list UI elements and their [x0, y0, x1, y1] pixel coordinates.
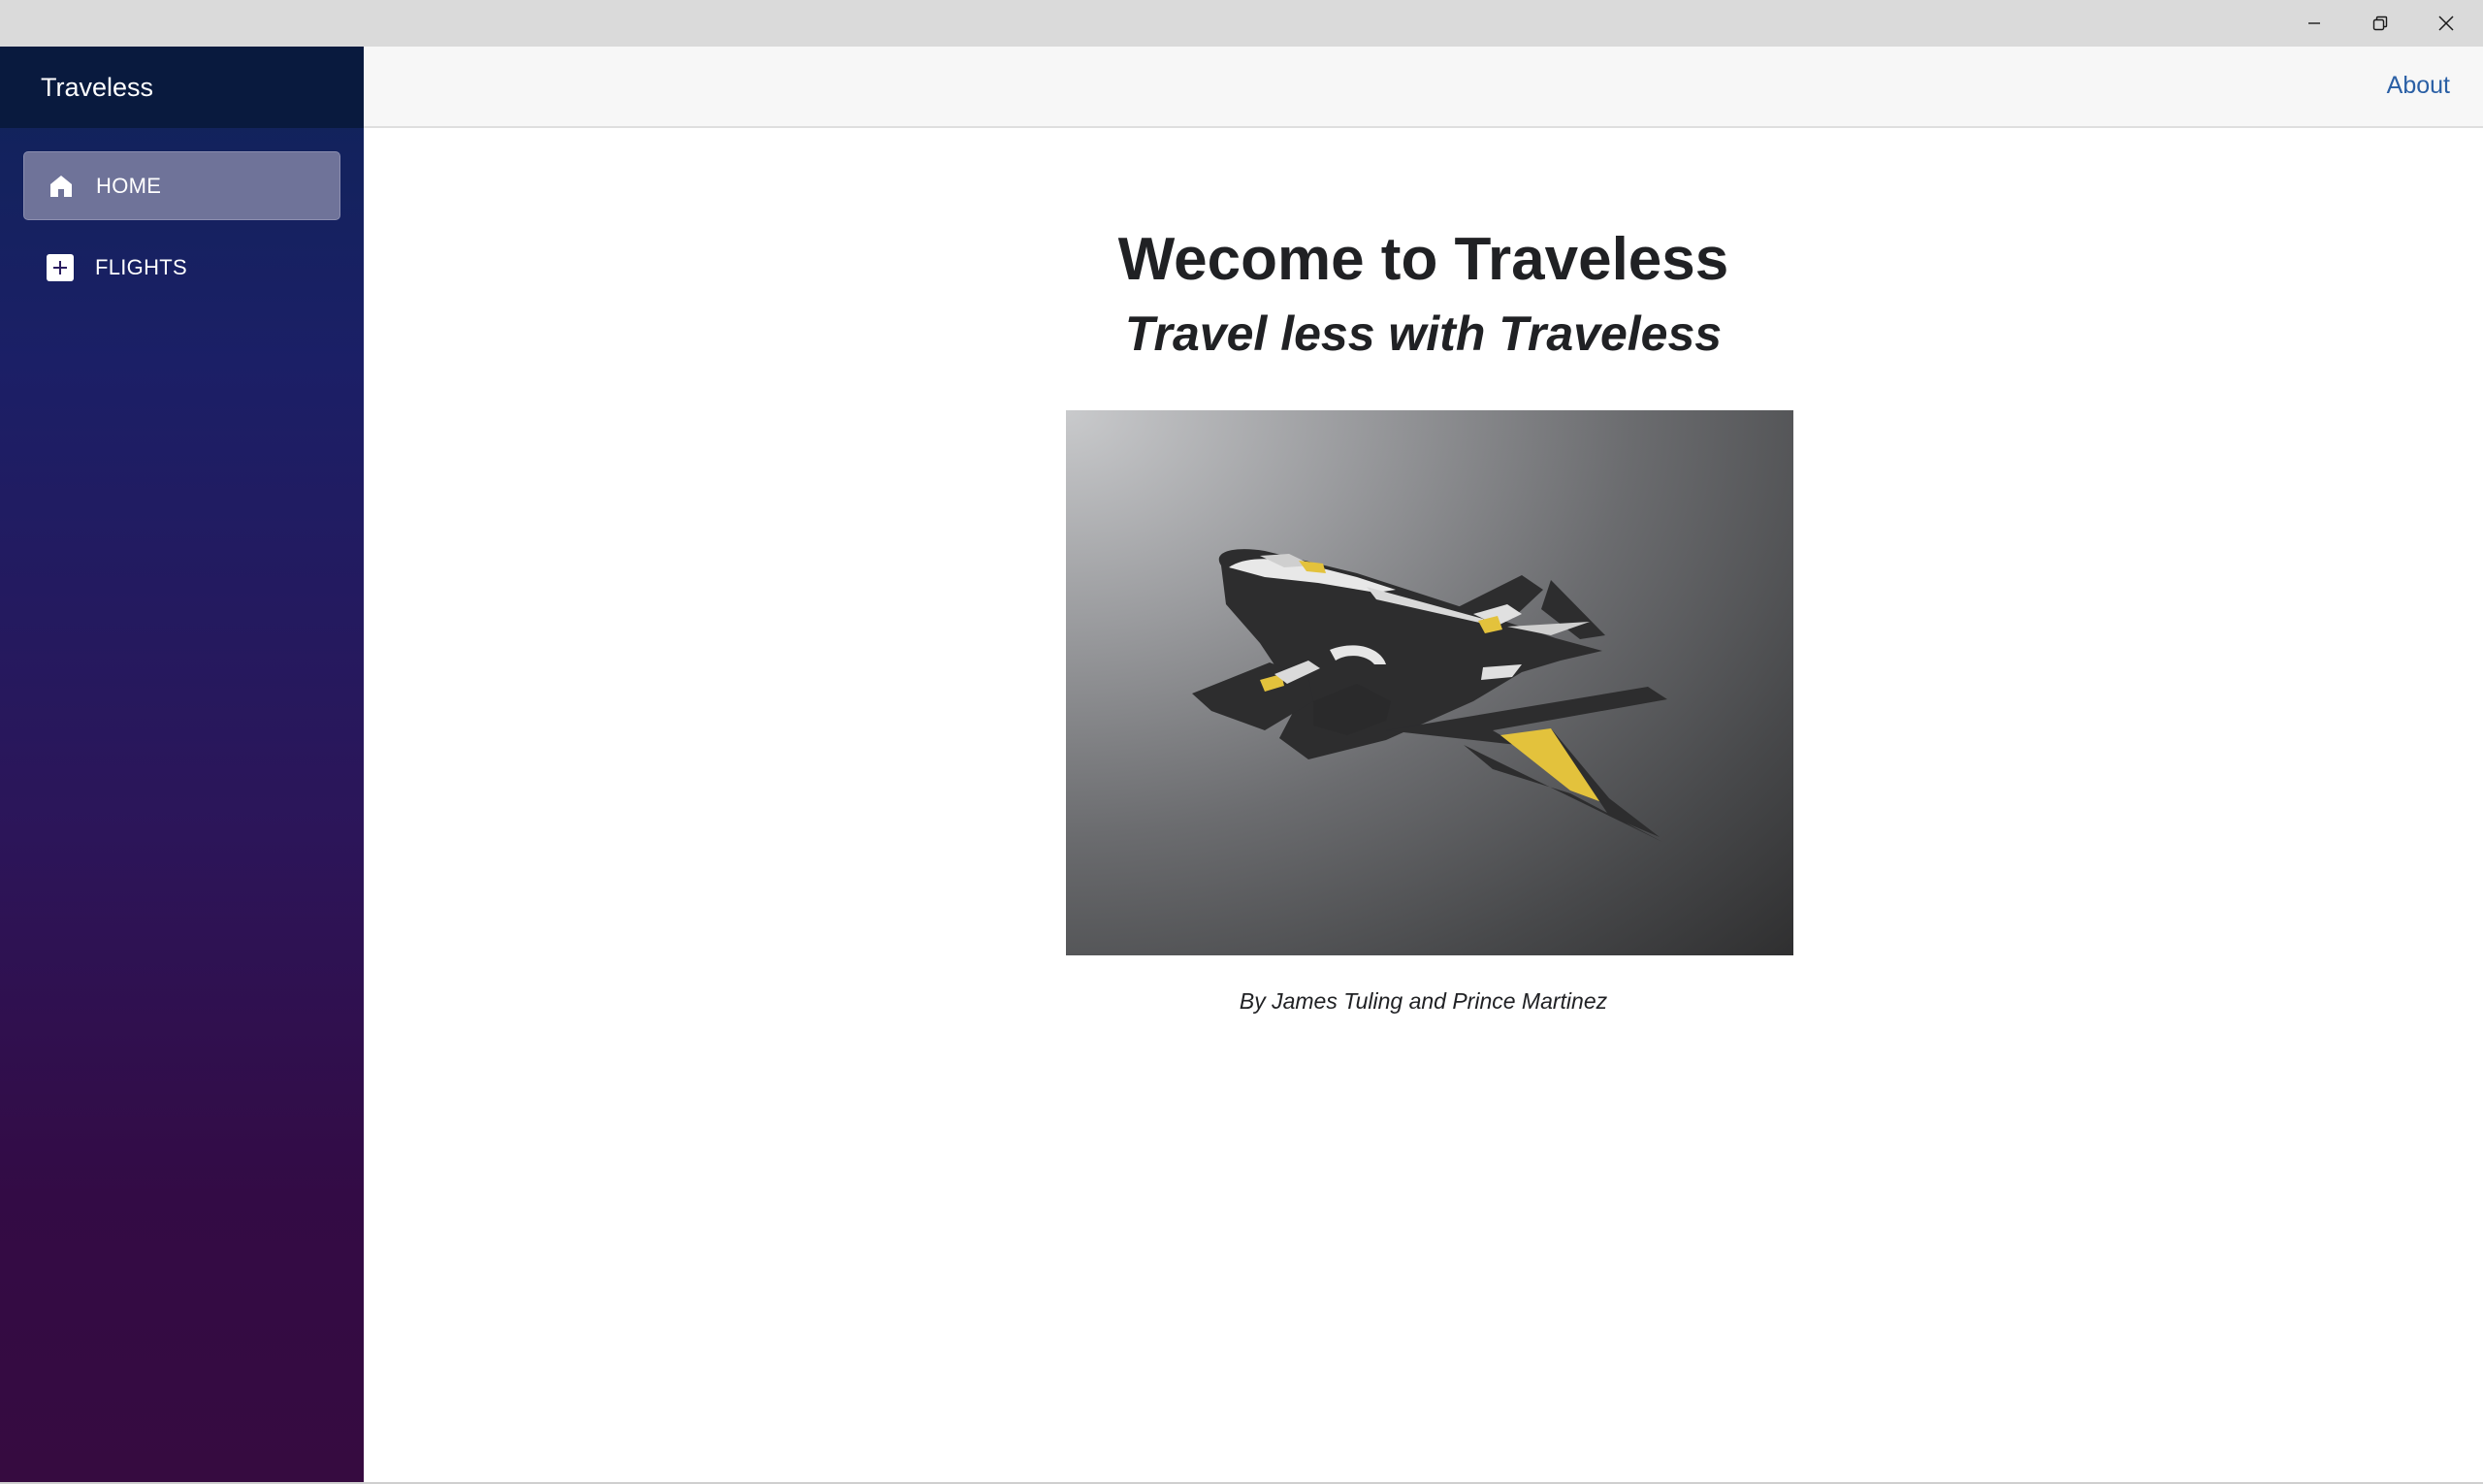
- app-window: Traveless HOME FLIGHTS About Wecome to T…: [0, 0, 2483, 1484]
- main-content: Wecome to Traveless Travel less with Tra…: [364, 128, 2483, 1483]
- sidebar-item-label: FLIGHTS: [95, 254, 187, 279]
- about-link[interactable]: About: [2387, 72, 2450, 100]
- minimize-button[interactable]: [2281, 0, 2347, 47]
- sidebar-item-label: HOME: [96, 173, 162, 198]
- jet-airplane-icon: [1192, 549, 1667, 842]
- restore-icon: [2372, 16, 2388, 31]
- app-brand: Traveless: [41, 73, 154, 102]
- sidebar-header: Traveless: [0, 47, 364, 128]
- plus-square-icon: [47, 253, 74, 281]
- top-bar: About: [364, 47, 2483, 128]
- page-title: Wecome to Traveless: [1117, 226, 1729, 293]
- home-icon: [48, 173, 75, 200]
- close-icon: [2438, 16, 2454, 31]
- close-button[interactable]: [2413, 0, 2479, 47]
- restore-button[interactable]: [2347, 0, 2413, 47]
- sidebar-item-flights[interactable]: FLIGHTS: [23, 233, 340, 302]
- sidebar-item-home[interactable]: HOME: [23, 151, 340, 220]
- minimize-icon: [2308, 22, 2320, 24]
- title-bar: [0, 0, 2483, 47]
- credits-text: By James Tuling and Prince Martinez: [1239, 988, 1608, 1014]
- page-subtitle: Travel less with Traveless: [1124, 306, 1723, 361]
- hero-image: [1066, 410, 1793, 955]
- sidebar: Traveless HOME FLIGHTS: [0, 47, 364, 1483]
